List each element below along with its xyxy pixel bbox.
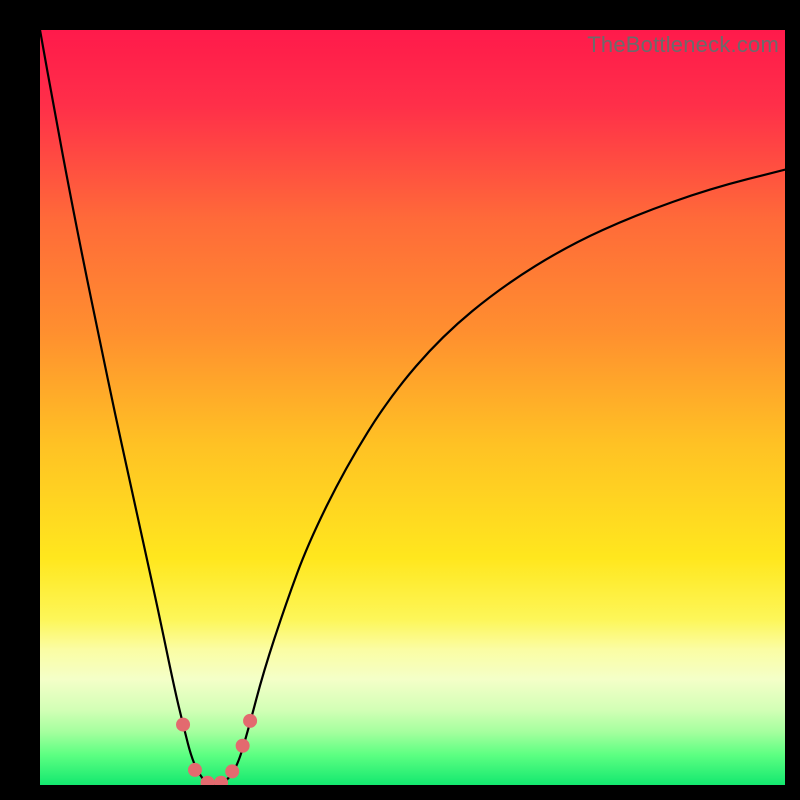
curve-marker <box>214 776 228 785</box>
curve-marker <box>236 739 250 753</box>
curve-marker <box>225 764 239 778</box>
frame: TheBottleneck.com <box>0 0 800 800</box>
chart-svg <box>40 30 785 785</box>
curve-marker <box>243 714 257 728</box>
watermark-text: TheBottleneck.com <box>587 32 779 58</box>
plot-area: TheBottleneck.com <box>40 30 785 785</box>
curve-marker <box>176 718 190 732</box>
bottleneck-curve-path <box>40 30 785 785</box>
curve-marker <box>188 763 202 777</box>
